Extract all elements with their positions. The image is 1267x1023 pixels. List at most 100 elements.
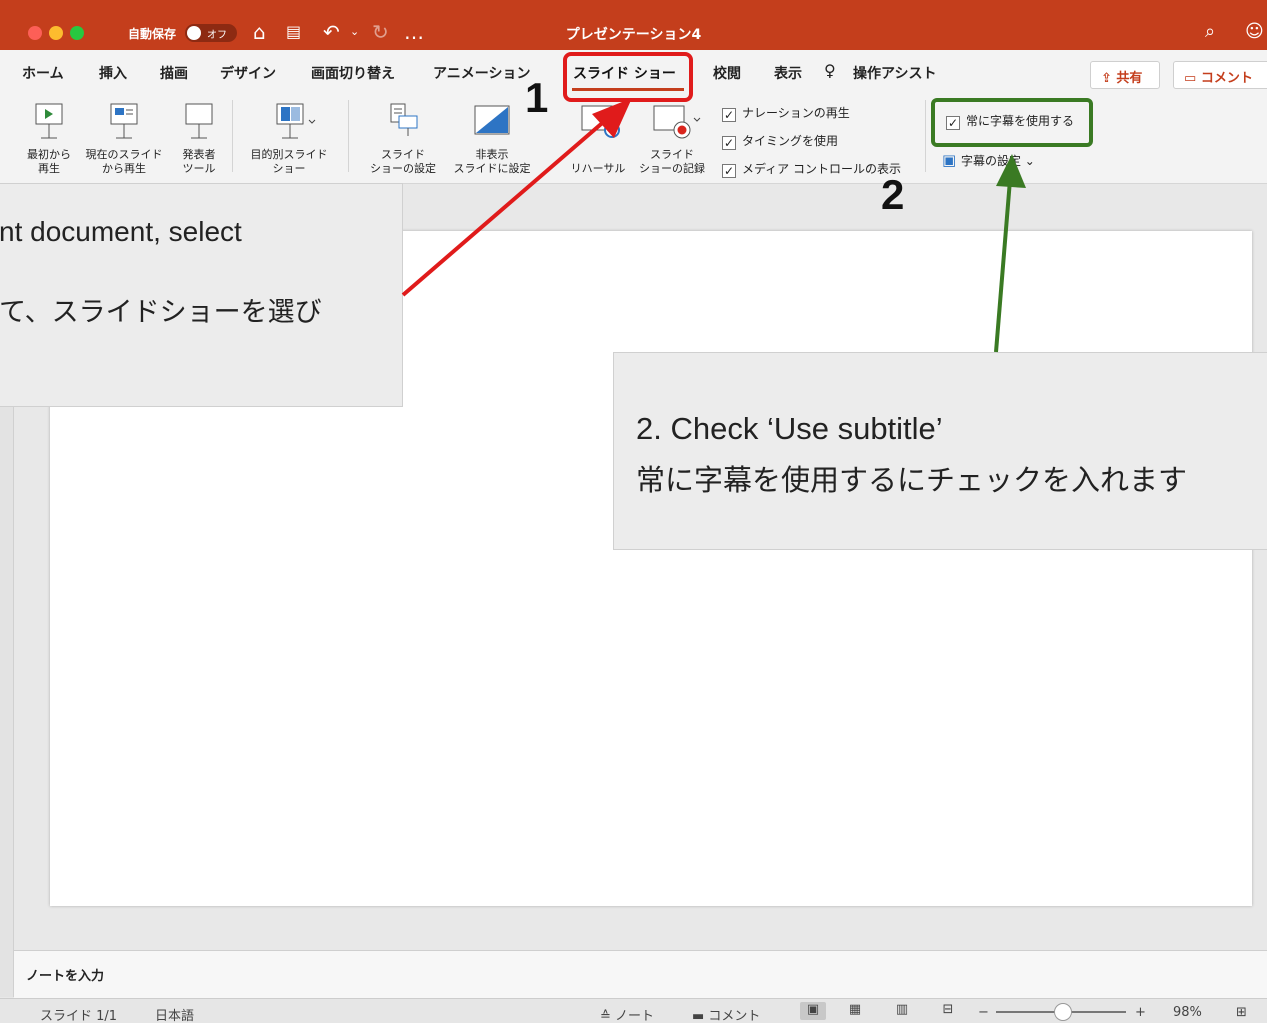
undo-dropdown-icon[interactable]: ⌄ bbox=[350, 20, 359, 44]
smiley-feedback-icon[interactable]: ☺ bbox=[1245, 20, 1264, 44]
normal-view-icon[interactable]: ▣ bbox=[800, 1002, 826, 1020]
ribbon-separator bbox=[348, 100, 349, 172]
ribbon-separator bbox=[925, 100, 926, 172]
setup-slideshow-label: スライド ショーの設定 bbox=[370, 148, 436, 175]
subtitle-settings-label: 字幕の設定 bbox=[960, 154, 1021, 168]
tab-transitions[interactable]: 画面切り替え bbox=[311, 63, 395, 83]
presenter-tools-icon bbox=[185, 103, 213, 139]
slideshow-tab-highlight bbox=[563, 52, 693, 102]
search-icon[interactable]: ⌕ bbox=[1205, 20, 1215, 44]
play-narration-checkbox[interactable]: ✓ ナレーションの再生 bbox=[722, 104, 850, 122]
autosave-toggle[interactable]: オフ bbox=[185, 24, 237, 42]
comment-icon: ▭ bbox=[1184, 71, 1201, 86]
checkmark-icon: ✓ bbox=[722, 108, 736, 122]
record-slideshow-icon bbox=[653, 105, 701, 139]
comments-icon: ▬ bbox=[692, 1009, 709, 1023]
autosave-label: 自動保存 bbox=[128, 27, 177, 41]
zoom-in-icon[interactable]: + bbox=[1135, 1005, 1146, 1020]
tab-draw[interactable]: 描画 bbox=[160, 63, 188, 83]
instruction-callout-2: 2. Check ‘Use subtitle’ 常に字幕を使用するにチェックを入… bbox=[613, 352, 1267, 550]
subtitle-settings-button[interactable]: ▣ 字幕の設定 ⌄ bbox=[942, 151, 1035, 169]
minimize-window-button[interactable] bbox=[49, 26, 63, 40]
play-from-current-icon bbox=[110, 103, 138, 139]
show-media-controls-checkbox[interactable]: ✓ メディア コントロールの表示 bbox=[722, 160, 901, 178]
play-from-beginning-label: 最初から 再生 bbox=[27, 148, 71, 175]
subtitle-settings-icon: ▣ bbox=[942, 151, 961, 169]
hide-slide-button[interactable]: 非表示 スライドに設定 bbox=[448, 102, 536, 176]
fit-to-window-icon[interactable]: ⊞ bbox=[1236, 1005, 1247, 1020]
notes-toggle-label: ノート bbox=[615, 1009, 655, 1023]
rehearse-timings-label: リハーサル bbox=[570, 162, 626, 175]
checkmark-icon: ✓ bbox=[722, 164, 736, 178]
comment-label: コメント bbox=[1200, 71, 1253, 86]
checkmark-icon: ✓ bbox=[722, 136, 736, 150]
rehearse-timings-icon bbox=[581, 105, 620, 138]
step-1-number: 1 bbox=[525, 74, 549, 121]
callout-1-line-2: て、スライドショーを選び bbox=[0, 297, 322, 327]
share-label: 共有 bbox=[1116, 71, 1143, 86]
comments-toggle-button[interactable]: ▬ コメント bbox=[692, 1005, 760, 1023]
subtitle-checkbox-highlight bbox=[931, 98, 1093, 147]
custom-show-label: 目的別スライド ショー bbox=[250, 148, 328, 175]
title-bar: 自動保存 オフ ⌂ ▤ ↶ ⌄ ↻ … プレゼンテーション4 ⌕ ☺ bbox=[0, 0, 1267, 50]
zoom-out-icon[interactable]: − bbox=[978, 1005, 989, 1020]
undo-icon[interactable]: ↶ bbox=[323, 20, 340, 44]
tab-animations[interactable]: アニメーション bbox=[433, 63, 530, 83]
record-slideshow-label: スライド ショーの記録 bbox=[639, 148, 705, 175]
tab-insert[interactable]: 挿入 bbox=[99, 63, 127, 83]
home-icon[interactable]: ⌂ bbox=[253, 20, 266, 44]
callout-2-line-2: 常に字幕を使用するにチェックを入れます bbox=[636, 465, 1188, 497]
lightbulb-icon: ♀ bbox=[824, 61, 836, 80]
presenter-tools-label: 発表者 ツール bbox=[182, 148, 216, 175]
zoom-level[interactable]: 98% bbox=[1173, 1005, 1202, 1020]
setup-slideshow-button[interactable]: スライド ショーの設定 bbox=[364, 102, 442, 176]
zoom-slider-handle[interactable] bbox=[1054, 1003, 1072, 1021]
share-button[interactable]: ⇪ 共有 bbox=[1090, 61, 1160, 89]
language-indicator[interactable]: 日本語 bbox=[155, 1005, 194, 1023]
slide-sorter-icon[interactable]: ▦ bbox=[842, 1002, 868, 1020]
setup-slideshow-icon bbox=[390, 103, 418, 136]
rehearse-timings-button[interactable]: リハーサル bbox=[562, 102, 634, 176]
tab-design[interactable]: デザイン bbox=[220, 63, 276, 83]
notes-toggle-button[interactable]: ≙ ノート bbox=[600, 1005, 654, 1023]
more-icon[interactable]: … bbox=[404, 20, 424, 44]
ribbon-separator bbox=[232, 100, 233, 172]
notes-icon: ≙ bbox=[600, 1009, 616, 1023]
reading-view-icon[interactable]: ▥ bbox=[889, 1002, 915, 1020]
share-icon: ⇪ bbox=[1101, 71, 1117, 86]
slide-counter: スライド 1/1 bbox=[40, 1009, 118, 1023]
zoom-window-button[interactable] bbox=[70, 26, 84, 40]
notes-pane[interactable]: ノートを入力 bbox=[14, 950, 1267, 998]
autosave-state: オフ bbox=[207, 30, 227, 41]
toggle-knob bbox=[187, 26, 201, 40]
custom-show-icon bbox=[276, 103, 316, 139]
close-window-button[interactable] bbox=[28, 26, 42, 40]
comment-button[interactable]: ▭ コメント bbox=[1173, 61, 1267, 89]
play-from-current-button[interactable]: 現在のスライド から再生 bbox=[80, 102, 168, 176]
tab-home[interactable]: ホーム bbox=[22, 63, 64, 83]
notes-placeholder: ノートを入力 bbox=[26, 969, 105, 984]
redo-icon[interactable]: ↻ bbox=[372, 20, 389, 44]
step-2-number: 2 bbox=[881, 171, 905, 218]
tab-view[interactable]: 表示 bbox=[774, 63, 802, 83]
chevron-down-icon: ⌄ bbox=[1020, 154, 1035, 168]
show-media-controls-label: メディア コントロールの表示 bbox=[742, 162, 901, 176]
instruction-callout-1: nt document, select て、スライドショーを選び bbox=[0, 183, 403, 407]
comments-toggle-label: コメント bbox=[708, 1009, 761, 1023]
use-timings-label: タイミングを使用 bbox=[742, 134, 839, 148]
slideshow-view-icon[interactable]: ⊟ bbox=[935, 1002, 961, 1020]
tab-review[interactable]: 校閲 bbox=[713, 63, 741, 83]
custom-show-button[interactable]: 目的別スライド ショー bbox=[243, 102, 335, 176]
presenter-tools-button[interactable]: 発表者 ツール bbox=[174, 102, 224, 176]
hide-slide-label: 非表示 スライドに設定 bbox=[453, 148, 531, 175]
play-from-beginning-icon bbox=[35, 103, 63, 139]
save-icon[interactable]: ▤ bbox=[286, 20, 301, 44]
hide-slide-icon bbox=[474, 105, 510, 135]
record-slideshow-button[interactable]: スライド ショーの記録 bbox=[632, 102, 712, 176]
tab-tell-me[interactable]: 操作アシスト bbox=[853, 63, 936, 83]
use-timings-checkbox[interactable]: ✓ タイミングを使用 bbox=[722, 132, 838, 150]
powerpoint-window: 自動保存 オフ ⌂ ▤ ↶ ⌄ ↻ … プレゼンテーション4 ⌕ ☺ ホーム 挿… bbox=[0, 0, 1267, 1023]
play-from-beginning-button[interactable]: 最初から 再生 bbox=[22, 102, 76, 176]
play-from-current-label: 現在のスライド から再生 bbox=[85, 148, 163, 175]
callout-1-line-1: nt document, select bbox=[0, 216, 242, 247]
